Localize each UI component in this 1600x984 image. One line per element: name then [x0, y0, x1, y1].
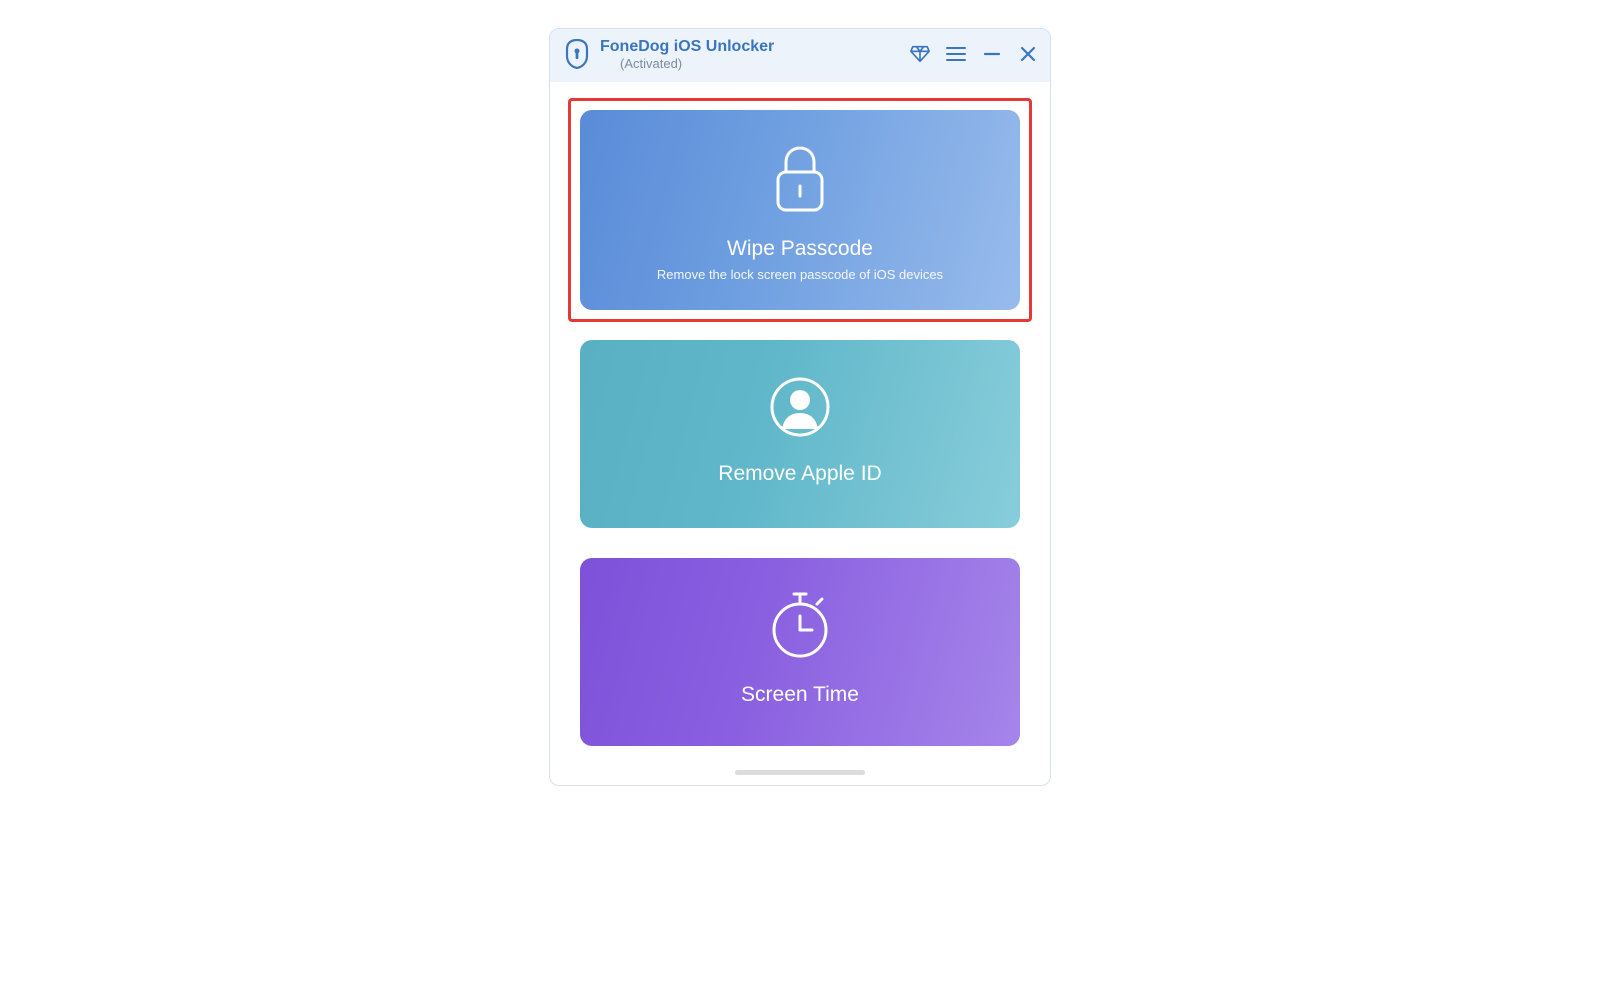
stopwatch-icon: [768, 590, 832, 665]
person-icon: [768, 375, 832, 444]
minimize-icon[interactable]: [982, 44, 1002, 64]
diamond-icon[interactable]: [910, 44, 930, 64]
titlebar: FoneDog iOS Unlocker (Activated): [550, 29, 1050, 82]
menu-icon[interactable]: [946, 44, 966, 64]
remove-apple-id-title: Remove Apple ID: [718, 462, 881, 486]
title-block: FoneDog iOS Unlocker (Activated): [600, 37, 902, 72]
app-title: FoneDog iOS Unlocker: [600, 37, 902, 56]
screen-time-title: Screen Time: [741, 683, 859, 707]
titlebar-actions: [910, 44, 1038, 64]
bottom-bar: [550, 764, 1050, 785]
content-area: Wipe Passcode Remove the lock screen pas…: [550, 82, 1050, 764]
screen-time-card[interactable]: Screen Time: [580, 558, 1020, 746]
wipe-passcode-card[interactable]: Wipe Passcode Remove the lock screen pas…: [580, 110, 1020, 310]
remove-apple-id-card[interactable]: Remove Apple ID: [580, 340, 1020, 528]
close-icon[interactable]: [1018, 44, 1038, 64]
wipe-passcode-wrap: Wipe Passcode Remove the lock screen pas…: [580, 110, 1020, 310]
app-window: FoneDog iOS Unlocker (Activated): [549, 28, 1051, 786]
bottom-handle: [735, 770, 865, 775]
app-status: (Activated): [600, 56, 902, 72]
app-logo-icon: [562, 39, 592, 69]
wipe-passcode-title: Wipe Passcode: [727, 237, 873, 261]
lock-icon: [768, 142, 832, 219]
wipe-passcode-subtitle: Remove the lock screen passcode of iOS d…: [657, 267, 943, 282]
